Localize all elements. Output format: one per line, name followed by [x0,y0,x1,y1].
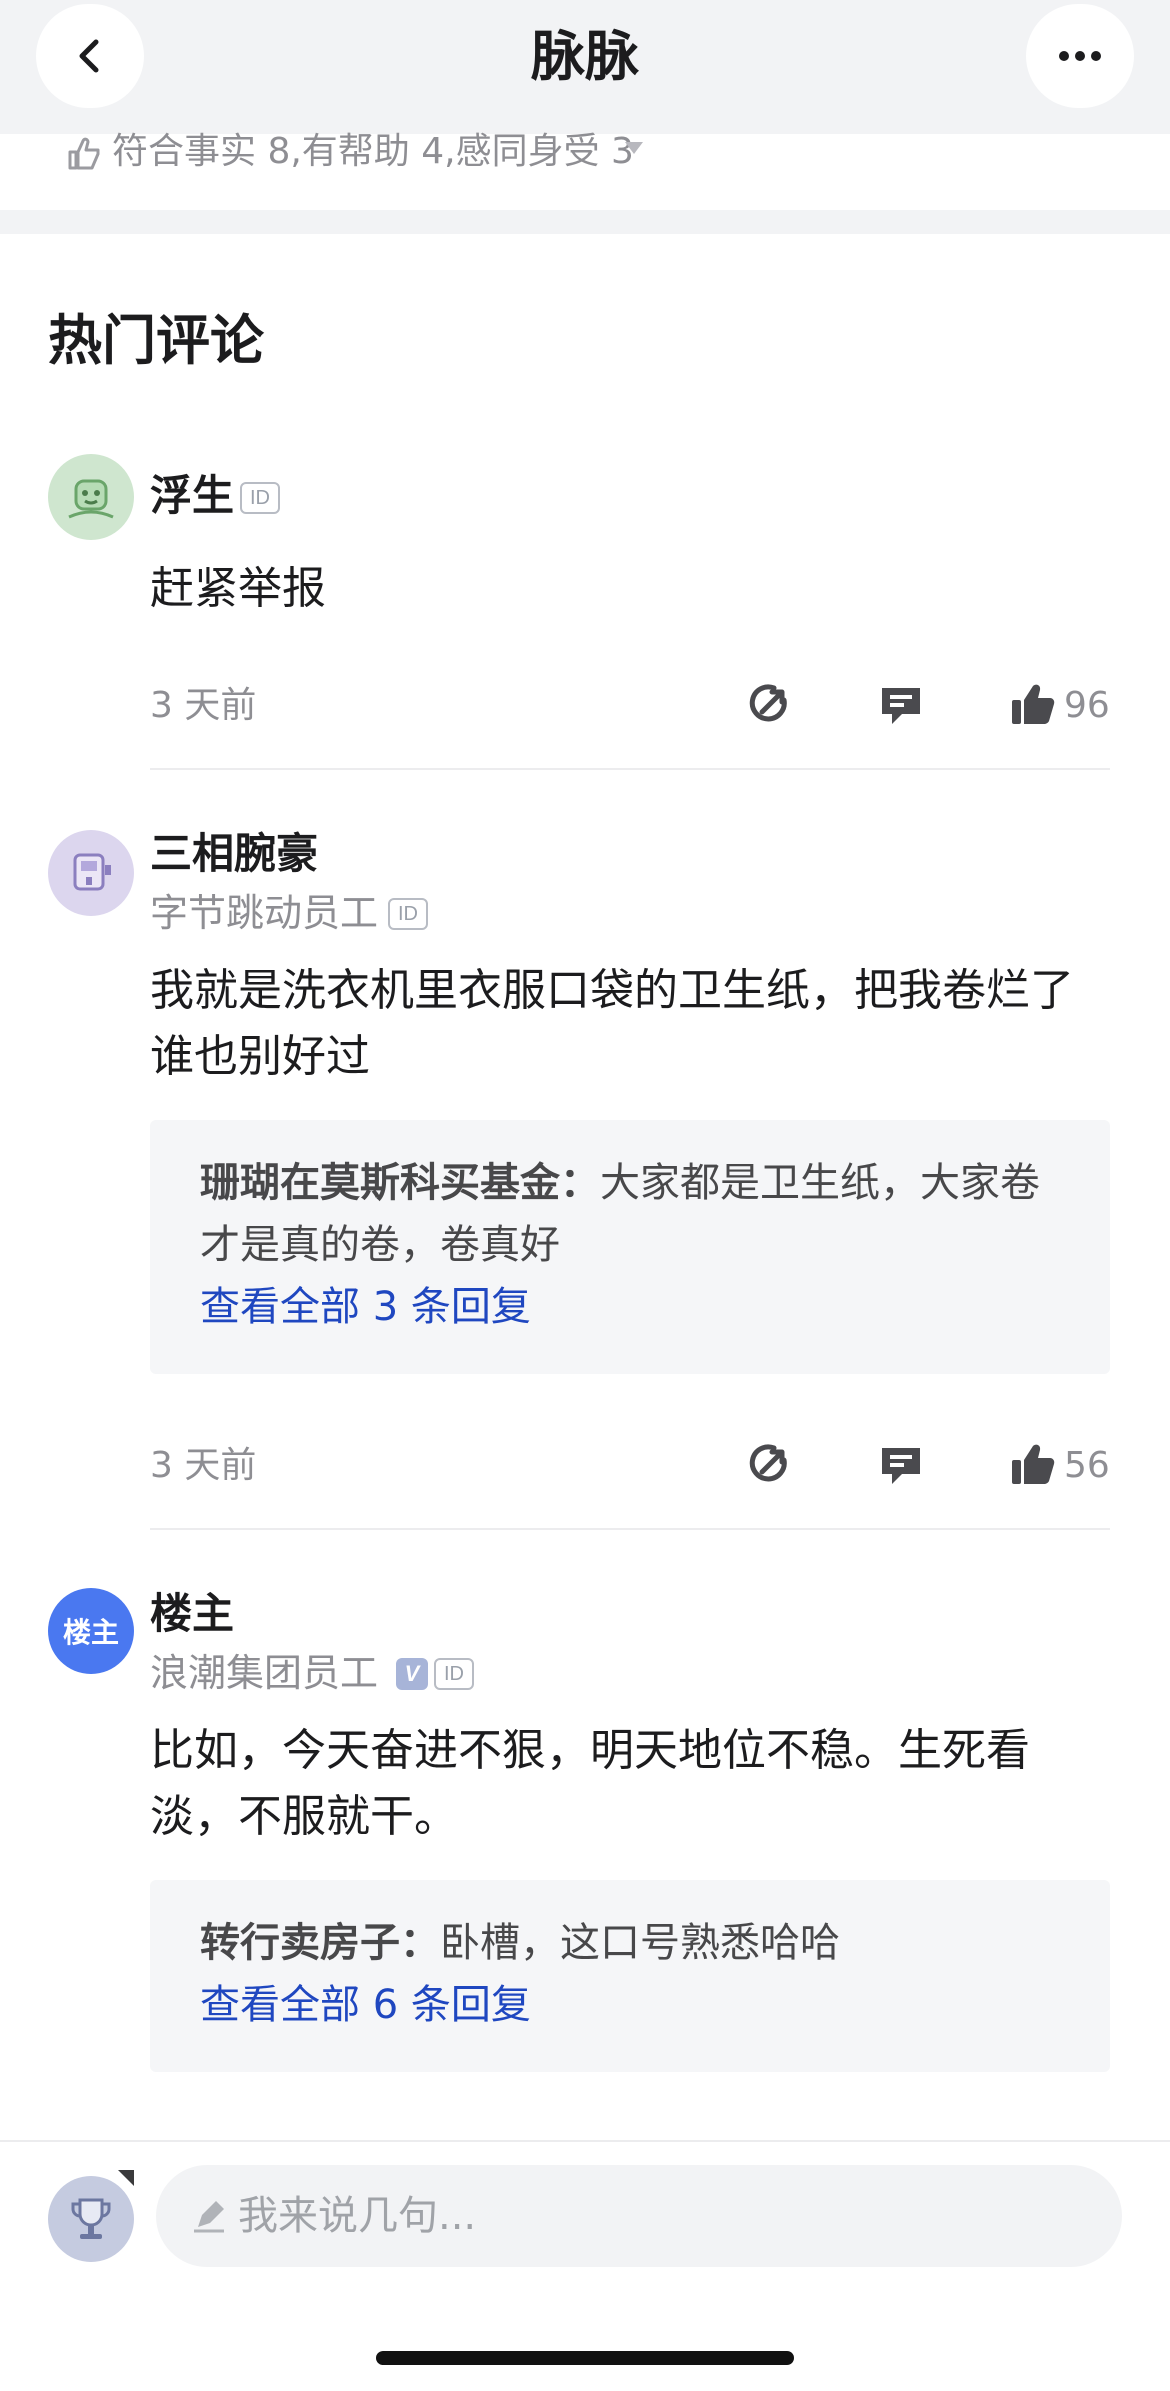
robot-avatar-icon [73,853,111,891]
reply-preview[interactable]: 珊瑚在莫斯科买基金：大家都是卫生纸，大家卷才是真的卷，卷真好 查看全部 3 条回… [150,1120,1110,1374]
home-indicator[interactable] [376,2351,794,2365]
id-badge: ID [388,898,428,930]
thumbs-up-icon[interactable] [1010,1442,1056,1488]
reaction-summary[interactable]: 符合事实 8,有帮助 4,感同身受 3 [0,134,1170,208]
op-avatar[interactable]: 楼主 [48,1588,134,1674]
thumbs-up-icon[interactable] [1010,682,1056,728]
comment-divider [150,1528,1110,1530]
view-all-replies-link[interactable]: 查看全部 3 条回复 [200,1276,1060,1338]
more-dots-icon [1059,51,1101,61]
comment-text[interactable]: 赶紧举报 [150,556,1100,622]
share-icon[interactable] [746,1442,792,1488]
more-button[interactable] [1026,4,1134,108]
trophy-avatar[interactable] [48,2176,134,2262]
user-company: 字节跳动员工 [150,891,379,935]
avatar[interactable] [48,830,134,916]
comment-input[interactable]: 我来说几句... [156,2165,1122,2267]
reply-text: 转行卖房子：卧槽，这口号熟悉哈哈 [200,1912,1060,1974]
comment-bubble-icon[interactable] [878,1442,924,1488]
comment-bubble-icon[interactable] [878,682,924,728]
comment-text[interactable]: 比如，今天奋进不狠，明天地位不稳。生死看淡，不服就干。 [150,1718,1100,1850]
share-icon[interactable] [746,682,792,728]
comment-divider [150,768,1110,770]
id-badge: ID [434,1658,474,1690]
user-name[interactable]: 楼主 [150,1586,234,1642]
user-name[interactable]: 浮生 [150,468,234,524]
robot-avatar-icon [68,479,114,519]
trophy-icon [71,2198,111,2239]
comment-input-placeholder: 我来说几句... [238,2193,477,2239]
id-badge: ID [240,482,280,514]
reaction-summary-text: 符合事实 8,有帮助 4,感同身受 3 [112,131,634,172]
comment-text[interactable]: 我就是洗衣机里衣服口袋的卫生纸，把我卷烂了谁也别好过 [150,958,1100,1090]
corner-indicator [118,2170,134,2186]
pencil-icon [194,2201,224,2233]
caret-down-icon [625,142,643,154]
comment-time: 3 天前 [150,685,257,726]
verified-badge: V [396,1658,428,1690]
user-company: 浪潮集团员工 [150,1651,379,1695]
reply-author[interactable]: 转行卖房子： [200,1920,440,1966]
thumbs-up-outline-icon [68,137,100,170]
section-separator [0,210,1170,234]
page-title: 脉脉 [531,25,639,88]
reply-text: 珊瑚在莫斯科买基金：大家都是卫生纸，大家卷才是真的卷，卷真好 [200,1152,1060,1276]
reply-author[interactable]: 珊瑚在莫斯科买基金： [200,1160,600,1206]
comment-time: 3 天前 [150,1445,257,1486]
avatar[interactable] [48,454,134,540]
bottom-bar-divider [0,2140,1170,2142]
view-all-replies-link[interactable]: 查看全部 6 条回复 [200,1974,1060,2036]
reply-content: 卧槽，这口号熟悉哈哈 [440,1920,840,1966]
like-count: 96 [1064,685,1110,726]
reply-preview[interactable]: 转行卖房子：卧槽，这口号熟悉哈哈 查看全部 6 条回复 [150,1880,1110,2072]
top-bar: 脉脉 [0,0,1170,134]
like-count: 56 [1064,1445,1110,1486]
user-name[interactable]: 三相腕豪 [150,826,318,882]
section-title: 热门评论 [48,309,264,372]
